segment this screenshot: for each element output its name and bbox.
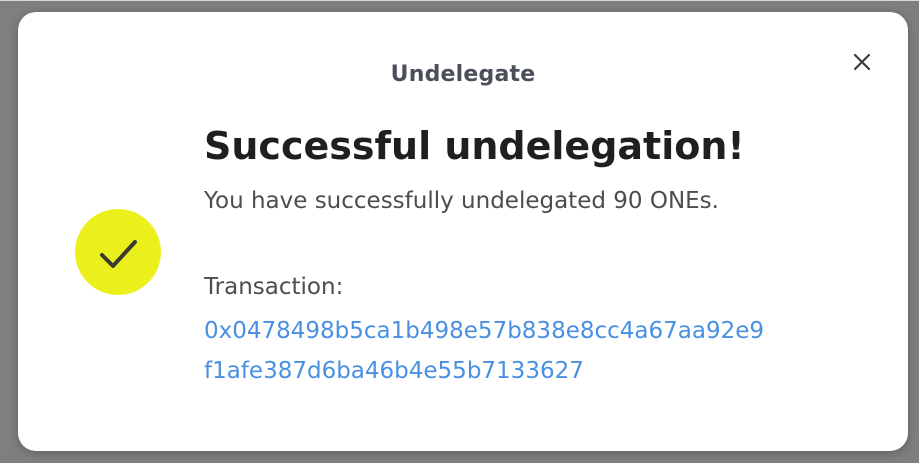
transaction-label: Transaction: [204,274,344,300]
success-message: You have successfully undelegated 90 ONE… [204,188,719,214]
checkmark-icon [100,240,137,268]
transaction-hash-link[interactable]: 0x0478498b5ca1b498e57b838e8cc4a67aa92e9 … [204,311,884,391]
close-button[interactable] [848,48,876,76]
transaction-hash-line-1: 0x0478498b5ca1b498e57b838e8cc4a67aa92e9 [204,318,765,344]
success-headline: Successful undelegation! [204,124,745,168]
undelegate-modal: Undelegate Successful undelegation! You … [18,12,908,451]
screen-frame: Undelegate Successful undelegation! You … [0,0,919,463]
result-content: Successful undelegation! You have succes… [204,120,884,391]
transaction-hash-line-2: f1afe387d6ba46b4e55b7133627 [204,358,584,384]
frame-top-edge [0,0,919,1]
close-icon [853,53,871,71]
success-badge [75,209,161,295]
modal-title: Undelegate [390,62,536,87]
